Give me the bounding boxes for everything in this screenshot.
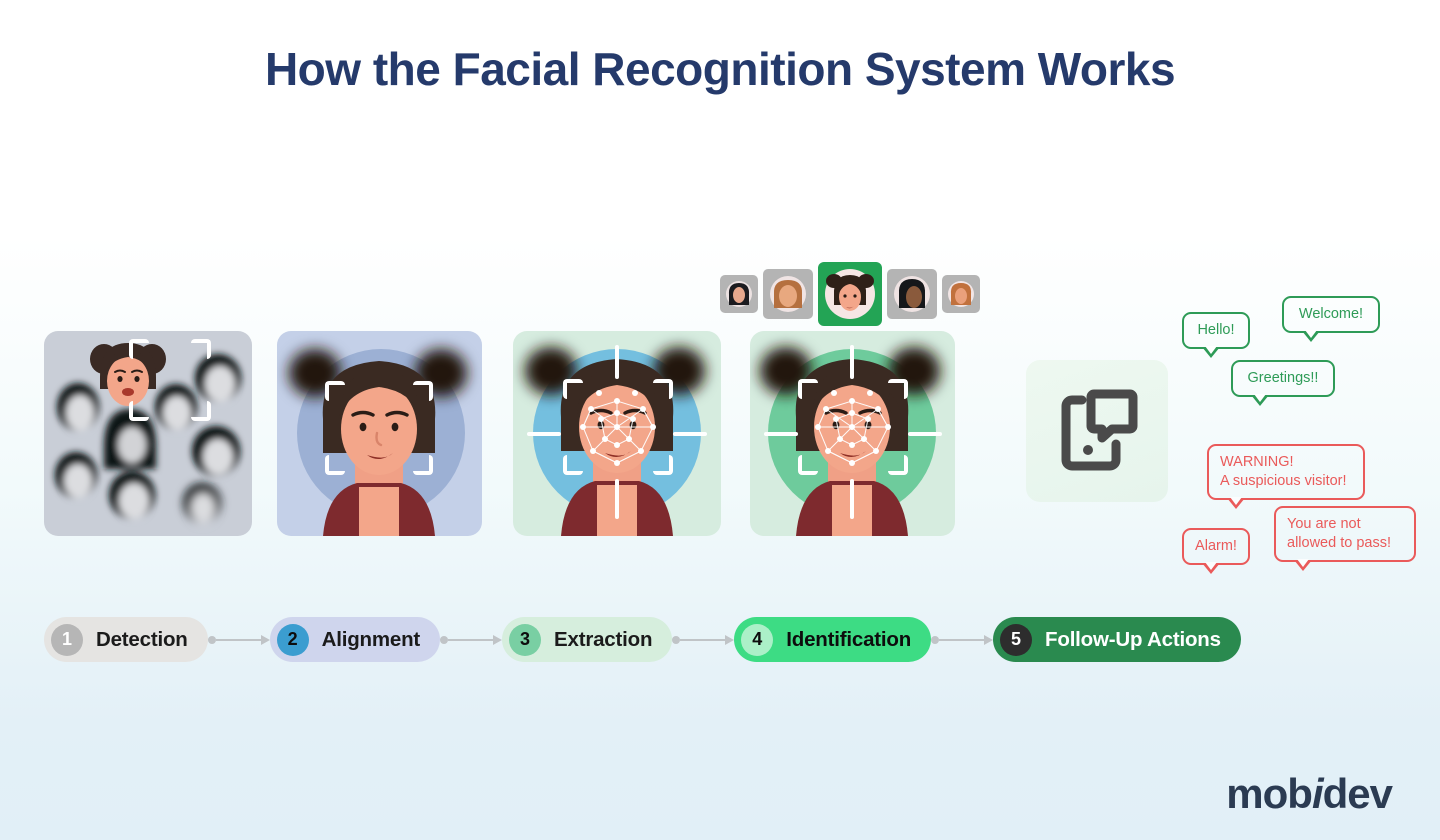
step-number: 3 [509,623,542,656]
logo-part-1: mob [1226,770,1313,817]
extraction-crosshair-left [527,432,561,436]
bubble-greetings: Greetings!! [1231,360,1335,407]
db-thumbnail[interactable] [720,275,758,313]
extraction-focus-bracket [563,379,673,475]
step-item-extraction[interactable]: 3 Extraction [502,617,673,662]
mobidev-logo: mobidev [1226,770,1393,818]
follow-up-panel [1026,360,1168,502]
detection-focus-bracket [129,339,211,421]
identification-crosshair-right [908,432,942,436]
step-label: Follow-Up Actions [1045,627,1221,651]
alignment-panel [277,331,482,536]
step-number: 4 [741,623,774,656]
step-connector-arrow [440,630,503,650]
step-connector-arrow [207,630,270,650]
db-thumbnail[interactable] [887,269,937,319]
bubble-welcome: Welcome! [1282,296,1380,343]
bubble-not-allowed: You are not allowed to pass! [1274,506,1416,572]
extraction-crosshair-bottom [615,479,619,519]
step-item-alignment[interactable]: 2 Alignment [269,617,441,662]
step-number: 1 [51,623,83,656]
identification-crosshair-left [764,432,798,436]
bubble-alarm: Alarm! [1182,528,1250,575]
step-item-follow-up-actions[interactable]: 5 Follow-Up Actions [993,617,1241,662]
page-title: How the Facial Recognition System Works [264,43,1176,95]
step-item-detection[interactable]: 1 Detection [44,617,208,662]
phone-message-icon [1061,389,1138,471]
logo-part-2: i [1311,770,1324,817]
step-connector-arrow [931,630,994,650]
step-label: Extraction [554,627,653,651]
db-thumbnail-matched[interactable] [818,262,882,326]
bubble-hello: Hello! [1182,312,1250,359]
db-thumbnail[interactable] [763,269,813,319]
step-connector-arrow [672,630,735,650]
bubble-warning: WARNING! A suspicious visitor! [1207,444,1365,510]
extraction-panel [513,331,721,536]
db-thumbnail[interactable] [942,275,980,313]
detection-panel [44,331,252,536]
step-label: Alignment [321,627,421,651]
step-label: Identification [786,627,912,651]
identification-focus-bracket [798,379,908,475]
logo-part-3: dev [1322,770,1393,817]
alignment-focus-bracket [325,381,433,475]
identification-panel [750,331,955,536]
step-flow-bar: 1 Detection 2 Alignment 3 Extraction 4 I… [44,617,1241,662]
face-database-strip [720,262,980,326]
step-number: 5 [1000,623,1033,656]
step-number: 2 [276,623,309,656]
step-item-identification[interactable]: 4 Identification [734,617,932,662]
identification-crosshair-top [850,345,854,379]
identification-crosshair-bottom [850,479,854,519]
extraction-crosshair-top [615,345,619,379]
extraction-crosshair-right [673,432,707,436]
step-label: Detection [96,627,188,651]
